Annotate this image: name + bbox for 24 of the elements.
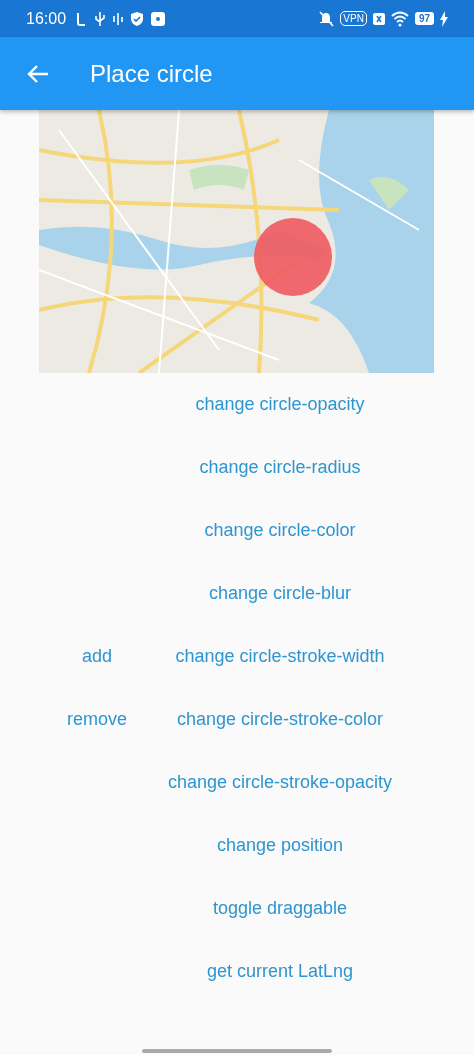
text-button[interactable]: change circle-blur: [202, 562, 358, 625]
vpn-badge: VPN: [340, 11, 367, 26]
text-button[interactable]: change circle-stroke-color: [170, 688, 390, 751]
text-button[interactable]: change circle-stroke-width: [169, 625, 391, 688]
signal-wave-icon: [112, 11, 125, 26]
battery-level: 97: [414, 12, 434, 25]
text-button[interactable]: add: [75, 625, 118, 688]
muted-bell-icon: [318, 10, 335, 27]
wifi-icon: [390, 10, 409, 27]
text-button[interactable]: change circle-color: [198, 499, 362, 562]
back-arrow-icon: [26, 63, 50, 84]
usb-icon: [94, 10, 107, 27]
charging-icon: [440, 10, 448, 27]
shield-icon: [130, 10, 145, 27]
text-button[interactable]: remove: [61, 688, 133, 751]
text-button[interactable]: change circle-stroke-opacity: [161, 751, 399, 814]
text-button[interactable]: change circle-opacity: [189, 373, 371, 436]
text-button[interactable]: change position: [210, 814, 350, 877]
x-square-icon: [372, 11, 385, 26]
text-button[interactable]: change circle-radius: [193, 436, 367, 499]
text-button[interactable]: get current LatLng: [200, 940, 360, 1003]
clock: 16:00: [26, 9, 67, 28]
text-button[interactable]: toggle draggable: [206, 877, 354, 940]
screen-title: Place circle: [90, 59, 213, 88]
